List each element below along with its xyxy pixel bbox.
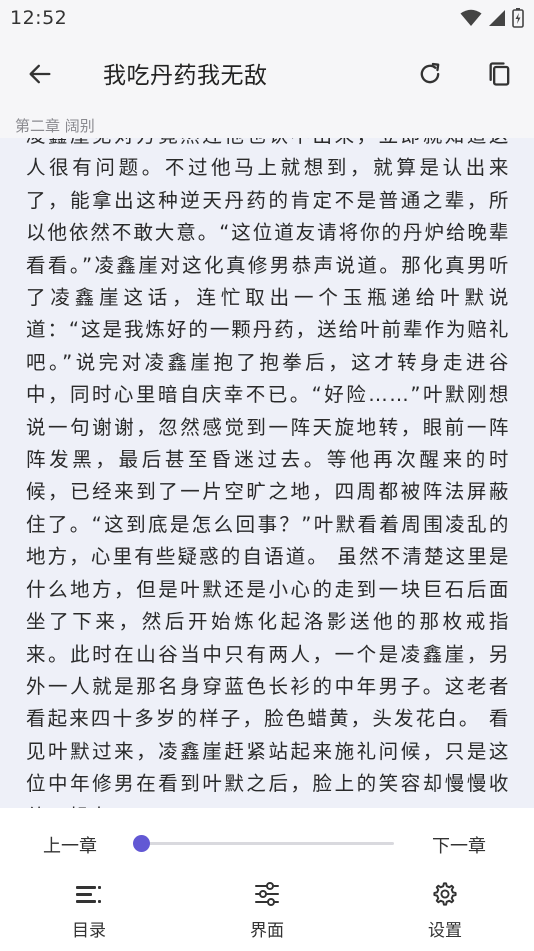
next-chapter-button[interactable]: 下一章 (432, 832, 486, 858)
signal-icon (489, 10, 505, 26)
status-time: 12:52 (10, 7, 68, 29)
nav-settings-button[interactable]: 设置 (400, 880, 490, 941)
app-bar: 我吃丹药我无敌 (0, 36, 534, 112)
nav-toc-label: 目录 (72, 921, 106, 941)
arrow-left-icon (29, 64, 51, 84)
chapter-text: 凌鑫崖见对方竟然连他也认不出来，立即就知道这人很有问题。不过他马上就想到，就算是… (26, 138, 510, 808)
battery-icon (512, 8, 524, 28)
nav-ui-label: 界面 (250, 921, 284, 941)
gear-icon (433, 882, 457, 906)
book-title: 我吃丹药我无敌 (103, 63, 268, 89)
refresh-button[interactable] (414, 58, 446, 90)
copy-button[interactable] (484, 58, 516, 90)
back-button[interactable] (24, 58, 56, 90)
slider-thumb[interactable] (132, 835, 150, 852)
wifi-icon (460, 9, 482, 26)
nav-toc-button[interactable]: 目录 (44, 880, 134, 941)
chapter-title: 第二章 阔别 (15, 117, 95, 135)
reader-content[interactable]: 凌鑫崖见对方竟然连他也认不出来，立即就知道这人很有问题。不过他马上就想到，就算是… (0, 138, 534, 808)
nav-ui-button[interactable]: 界面 (222, 880, 312, 941)
nav-settings-label: 设置 (428, 921, 462, 941)
chapter-progress-slider[interactable] (132, 835, 394, 852)
status-icons (460, 8, 524, 28)
toc-list-icon (76, 886, 101, 903)
reader-bottom-panel: 上一章 下一章 目录 界面 设置 (0, 808, 534, 951)
status-bar: 12:52 (0, 0, 534, 36)
prev-chapter-button[interactable]: 上一章 (43, 832, 97, 858)
refresh-icon (420, 62, 440, 84)
copy-icon (489, 62, 510, 86)
sliders-icon (255, 882, 279, 906)
